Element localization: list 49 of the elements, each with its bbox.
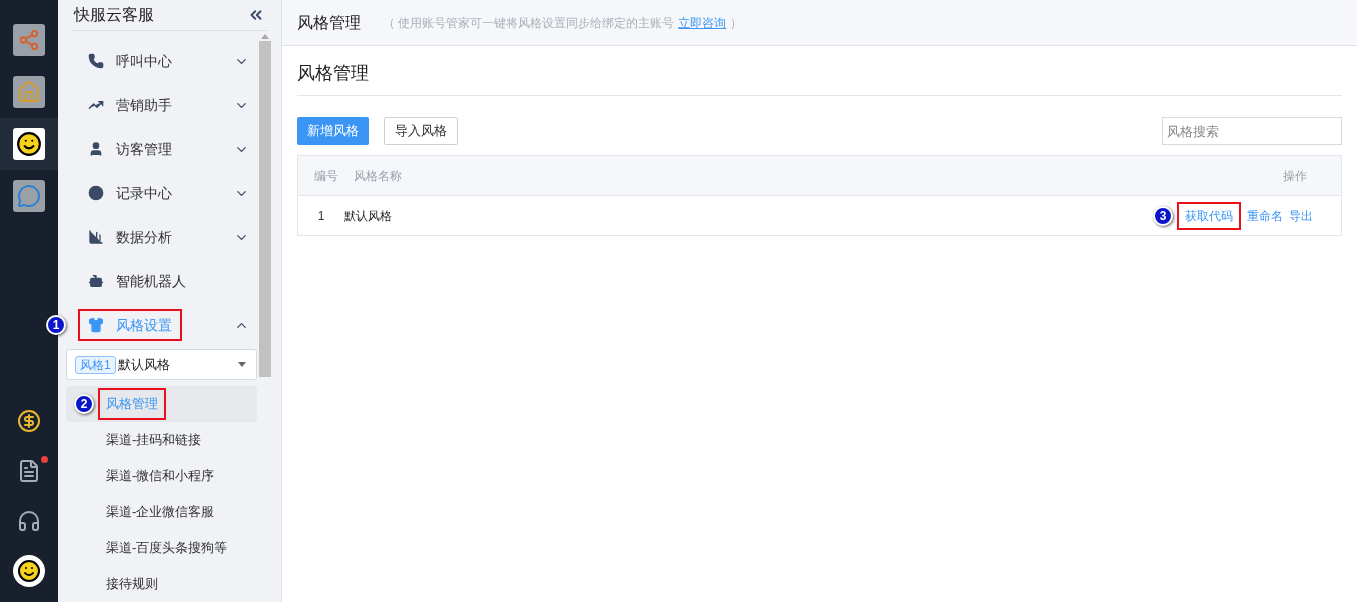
- header-note: （ 使用账号管家可一键将风格设置同步给绑定的主账号: [383, 14, 675, 32]
- sub-nav-item[interactable]: 渠道-企业微信客服: [66, 494, 257, 530]
- style-tag: 风格1: [75, 355, 116, 374]
- nav-label: 风格设置: [116, 315, 172, 335]
- column-header: 操作: [1282, 167, 1308, 185]
- document-icon: [17, 459, 41, 483]
- house-logo-icon: [13, 76, 45, 108]
- user-icon: [88, 141, 104, 157]
- sub-nav-item[interactable]: 渠道-微信和小程序: [66, 458, 257, 494]
- header-note-bracket: ）: [730, 14, 743, 32]
- nav-label: 访客管理: [116, 139, 172, 159]
- nav-group-item[interactable]: 数据分析: [66, 215, 257, 259]
- money-coin-icon: [17, 409, 41, 433]
- step-number-badge: 2: [74, 394, 94, 414]
- nav-group-item[interactable]: 智能机器人: [66, 259, 257, 303]
- style-search-field[interactable]: 风格搜索: [1162, 117, 1342, 145]
- nav-group-item[interactable]: 记录中心: [66, 171, 257, 215]
- table-cell-text: 1: [316, 207, 326, 225]
- dropdown-caret-icon: [238, 362, 246, 367]
- nav-label: 呼叫中心: [116, 51, 172, 71]
- nav-label: 智能机器人: [116, 271, 186, 291]
- header-title: 风格管理: [297, 12, 361, 33]
- sub-nav-item[interactable]: 2 风格管理: [66, 386, 257, 422]
- style-select[interactable]: 风格1 默认风格: [66, 349, 257, 380]
- import-style-button[interactable]: 导入风格: [384, 117, 458, 145]
- table-cell-text: 默认风格: [344, 207, 392, 225]
- step-number-badge: 1: [46, 315, 66, 335]
- shirt-icon: [88, 317, 104, 333]
- nav-label: 记录中心: [116, 183, 172, 203]
- step-number-badge: 3: [1153, 205, 1173, 226]
- nav-group-item[interactable]: 访客管理: [66, 127, 257, 171]
- sub-nav-item[interactable]: 渠道-百度头条搜狗等: [66, 530, 257, 566]
- headset-icon: [17, 509, 41, 533]
- sub-nav-item[interactable]: 接待规则: [66, 566, 257, 602]
- sidebar-title: 快服云客服: [74, 5, 154, 25]
- app-switch-item[interactable]: [0, 118, 58, 170]
- page-heading: 风格管理: [297, 62, 369, 85]
- phone-icon: [88, 53, 104, 69]
- column-header: 编号: [313, 167, 339, 185]
- nav-label: 数据分析: [116, 227, 172, 247]
- network-logo-icon: [13, 24, 45, 56]
- smiley-avatar-icon: [13, 555, 45, 587]
- nav-group-item[interactable]: 呼叫中心: [66, 39, 257, 83]
- column-header: 风格名称: [354, 167, 403, 185]
- nav-label: 营销助手: [116, 95, 172, 115]
- smiley-logo-icon: [13, 128, 45, 160]
- style-select-value: 默认风格: [117, 355, 170, 374]
- nav-group-item[interactable]: 营销助手: [66, 83, 257, 127]
- sub-nav-item[interactable]: 渠道-挂码和链接: [66, 422, 257, 458]
